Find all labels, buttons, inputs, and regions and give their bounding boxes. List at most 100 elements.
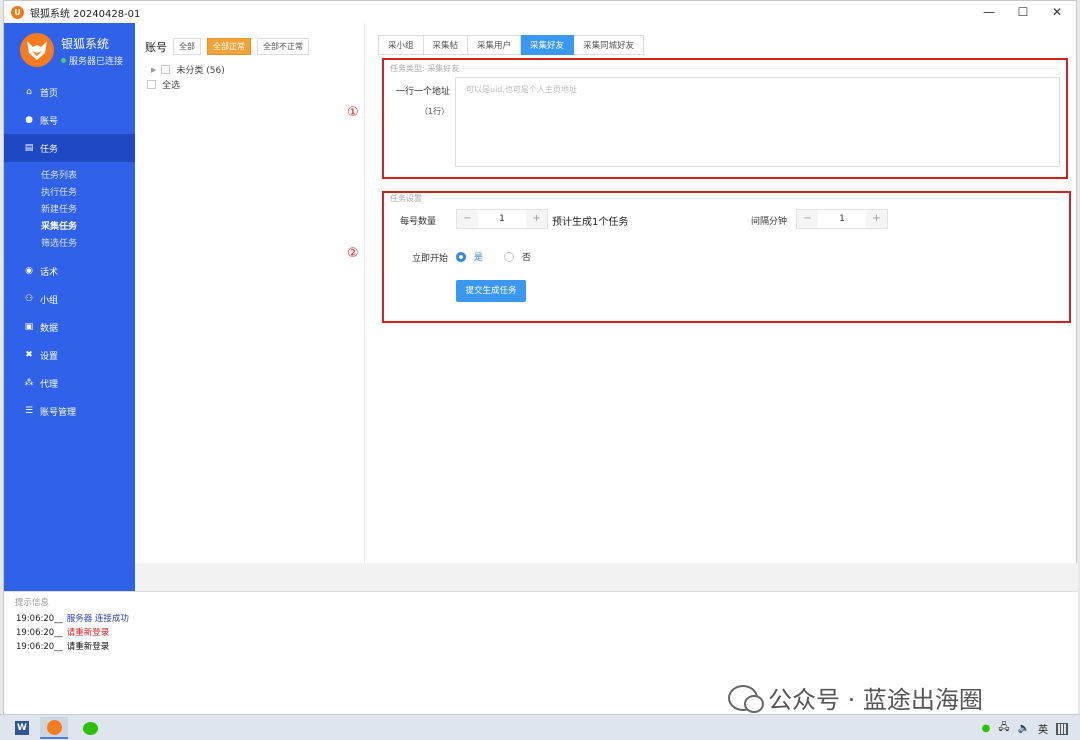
input-method-icon[interactable] [1056,722,1068,735]
minimize-button[interactable]: — [972,1,1006,23]
log-message: 请重新登录 [66,642,110,652]
wechat-watermark-icon [728,684,764,713]
interval-stepper[interactable]: − 1 + [796,209,888,229]
annotation-marker-2: ② [347,246,359,261]
increment-button[interactable]: + [526,210,547,228]
start-no-radio[interactable]: 否 [504,250,531,263]
settings-icon: ✖ [25,350,33,360]
close-button[interactable]: ✕ [1040,1,1074,23]
sidebar-item-label: 数据 [40,323,59,334]
sidebar-item-label: 话术 [40,267,59,278]
start-yes-label: 是 [474,253,484,263]
collect-tabs: 采小组 采集帖 采集用户 采集好友 采集同城好友 [378,35,645,55]
tab-collect-users[interactable]: 采集用户 [468,35,522,55]
account-panel-title: 账号 [145,40,167,54]
system-tray: ● 🖧 🔈 英 [974,720,1068,737]
task-icon: ▤ [24,143,34,153]
sidebar-item-label: 账号 [40,116,59,127]
server-status-text: 服务器已连接 [69,57,124,67]
sidebar-item-settings[interactable]: ✖ 设置 [4,341,135,369]
fox-app-icon [46,719,62,735]
tray-wechat-icon[interactable]: ● [982,723,991,734]
account-filter-bar: 账号 全部 全部正常 全部不正常 [145,38,315,55]
sidebar-item-label: 任务 [40,144,59,155]
start-yes-radio[interactable]: 是 [456,250,483,263]
filter-all-chip[interactable]: 全部 [173,38,201,55]
task-settings-legend: 任务设置 [390,194,422,203]
radio-checked-icon [456,251,466,262]
filter-normal-chip[interactable]: 全部正常 [207,38,251,55]
app-window: U 银狐系统 20240428-01 — ☐ ✕ 银狐系统 服务器已连接 ⌂ 首页… [3,0,1078,715]
sidebar-item-account-management[interactable]: ☰ 账号管理 [4,397,135,425]
taskbar-wechat-app[interactable] [76,717,104,739]
tab-collect-groups[interactable]: 采小组 [378,35,424,55]
log-time: 19:06:20__ [16,642,63,652]
log-time: 19:06:20__ [16,614,63,624]
sidebar: 银狐系统 服务器已连接 ⌂ 首页 ● 账号 ▤ 任务 任务列表 执行任务 新建任务 采… [4,23,135,591]
content-footer [135,563,1078,591]
increment-button[interactable]: + [866,210,887,228]
brand-name: 银狐系统 [61,37,110,51]
decrement-button[interactable]: − [797,210,818,228]
taskbar-fox-app[interactable] [40,717,68,739]
task-submenu: 任务列表 执行任务 新建任务 采集任务 筛选任务 [4,162,135,257]
submenu-run-task[interactable]: 执行任务 [41,185,135,202]
sidebar-item-label: 小组 [40,295,59,306]
taskbar: W ● 🖧 🔈 英 [0,714,1080,740]
sidebar-item-proxy[interactable]: ⁂ 代理 [4,369,135,397]
address-textarea[interactable]: 可以是uid,也可是个人主页地址 [455,77,1060,167]
chat-icon: ◉ [25,266,33,276]
decrement-button[interactable]: − [457,210,478,228]
sidebar-item-label: 账号管理 [40,407,77,418]
tree-node-uncategorized[interactable]: ▶ 未分类 (56) [151,63,225,76]
database-icon: ☰ [24,406,34,416]
network-icon[interactable]: 🖧 [998,720,1009,737]
wechat-icon [82,721,98,735]
log-entry: 19:06:20__ 服务器 连接成功 [16,612,129,624]
sidebar-item-data[interactable]: ▣ 数据 [4,313,135,341]
interval-label: 间隔分钟 [751,217,788,227]
status-dot-icon [61,58,66,63]
tab-collect-local-friends[interactable]: 采集同城好友 [574,35,645,55]
interval-value[interactable]: 1 [818,210,866,228]
sidebar-item-label: 代理 [40,379,59,390]
per-account-value[interactable]: 1 [478,210,526,228]
select-all-row[interactable]: 全选 [147,78,180,91]
input-language[interactable]: 英 [1038,721,1048,736]
submit-task-button[interactable]: 提交生成任务 [456,280,526,302]
log-message: 请重新登录 [66,628,110,638]
per-account-stepper[interactable]: − 1 + [456,209,548,229]
maximize-button[interactable]: ☐ [1006,1,1040,23]
per-account-label: 每号数量 [400,217,437,227]
submenu-task-list[interactable]: 任务列表 [41,168,135,185]
server-status: 服务器已连接 [61,54,123,67]
group-icon: ⚇ [24,294,34,304]
submenu-collect-task[interactable]: 采集任务 [41,219,135,236]
sidebar-item-groups[interactable]: ⚇ 小组 [4,285,135,313]
taskbar-word-app[interactable]: W [8,717,36,739]
log-time: 19:06:20__ [16,628,63,638]
sidebar-item-scripts[interactable]: ◉ 话术 [4,257,135,285]
task-settings-section: 任务设置 每号数量 − 1 + 预计生成1个任务 间隔分钟 − 1 + 立即开始… [382,191,1071,323]
section-divider [430,198,1063,199]
sidebar-item-home[interactable]: ⌂ 首页 [4,78,135,106]
volume-icon[interactable]: 🔈 [1018,723,1030,734]
submenu-new-task[interactable]: 新建任务 [41,202,135,219]
predict-text: 预计生成1个任务 [552,217,629,228]
expand-arrow-icon[interactable]: ▶ [151,66,156,74]
watermark-text: 公众号 · 蓝途出海圈 [768,686,983,714]
filter-abnormal-chip[interactable]: 全部不正常 [257,38,309,55]
log-message: 服务器 连接成功 [66,614,129,624]
sidebar-item-tasks[interactable]: ▤ 任务 [4,134,135,162]
submenu-filter-task[interactable]: 筛选任务 [41,236,135,253]
main-content: 采小组 采集帖 采集用户 采集好友 采集同城好友 ① 任务类型: 采集好友 一行… [347,23,1076,563]
title-bar: U 银狐系统 20240428-01 — ☐ ✕ [4,1,1076,23]
tab-collect-posts[interactable]: 采集帖 [423,35,469,55]
tree-node-checkbox[interactable] [161,65,171,74]
sidebar-item-accounts[interactable]: ● 账号 [4,106,135,134]
section-divider [454,68,1060,69]
watermark: 公众号 · 蓝途出海圈 [728,680,983,715]
select-all-checkbox[interactable] [147,80,156,89]
tab-collect-friends[interactable]: 采集好友 [521,35,575,55]
address-field-label: 一行一个地址 [396,87,451,97]
